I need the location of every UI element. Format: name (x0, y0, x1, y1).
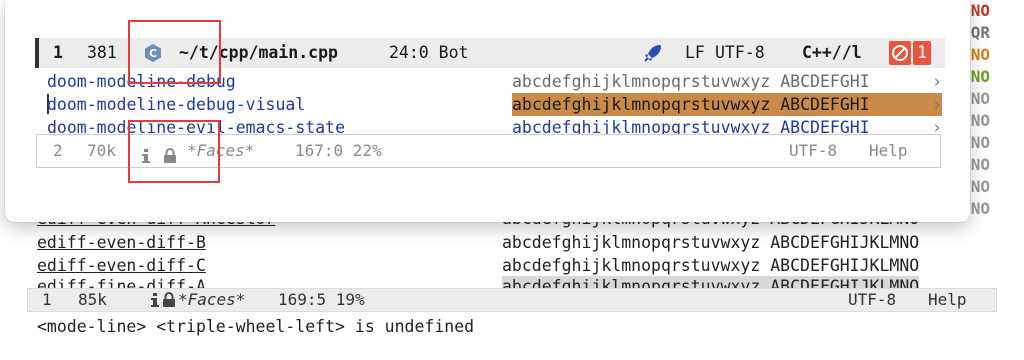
face-sample: abcdefghijklmnopqrstuvwxyz ABCDEFGHIJKLM… (502, 256, 920, 275)
list-item[interactable]: ediff-even-diff-B abcdefghijklmnopqrstuv… (0, 232, 1024, 254)
eol-label[interactable]: LF (685, 38, 705, 68)
face-sample: abcdefghijklmnopqrstuvwxyz ABCDEFGHI (512, 93, 942, 116)
major-mode-label[interactable]: Help (869, 135, 908, 167)
cursor-position: 169:5 19% (278, 290, 365, 309)
face-sample: abcdefghijklmnopqrstuvwxyz ABCDEFGHIJKLM… (502, 233, 920, 252)
info-icon[interactable] (150, 292, 160, 314)
echo-area-message: <mode-line> <triple-wheel-left> is undef… (37, 317, 475, 336)
no-entry-icon[interactable] (889, 41, 911, 65)
buffer-size: 70k (87, 141, 116, 160)
background-mode-line[interactable]: 1 85k *Faces* 169:5 19% UTF-8 Help (27, 288, 997, 312)
annotation-box-status-icons (128, 120, 220, 183)
window-number: 1 (42, 290, 52, 309)
face-name[interactable]: doom-modeline-debug-visual (47, 93, 305, 116)
list-item[interactable]: doom-modeline-debug-visual abcdefghijklm… (47, 93, 942, 116)
face-sample: abcdefghijklmnopqrstuvwxyz ABCDEFGHI (512, 118, 870, 134)
chevron-right-icon: › (932, 118, 942, 134)
face-name[interactable]: ediff-even-diff-C (37, 255, 206, 277)
cursor-position: 24:0 Bot (389, 43, 469, 62)
chevron-right-icon: › (932, 72, 942, 91)
encoding-label[interactable]: UTF-8 (848, 289, 896, 311)
annotation-box-file-icon (128, 20, 221, 84)
rocket-icon (643, 43, 663, 73)
face-name[interactable]: ediff-even-diff-B (37, 232, 206, 254)
face-sample: abcdefghijklmnopqrstuvwxyz ABCDEFGHI (512, 72, 870, 91)
buffer-name[interactable]: *Faces* (178, 289, 245, 311)
encoding-label[interactable]: UTF-8 (789, 135, 837, 167)
buffer-size: 381 (87, 43, 117, 62)
window-number: 2 (53, 141, 63, 160)
window-number: 1 (53, 43, 63, 62)
list-item[interactable]: ediff-even-diff-C abcdefghijklmnopqrstuv… (0, 255, 1024, 277)
error-count-badge[interactable]: 1 (913, 41, 931, 65)
buffer-size: 85k (78, 290, 107, 309)
major-mode-label[interactable]: C++//l (802, 38, 862, 68)
major-mode-label[interactable]: Help (928, 289, 967, 311)
cursor-position: 167:0 22% (295, 141, 382, 160)
lock-icon[interactable] (162, 292, 176, 314)
encoding-label[interactable]: UTF-8 (715, 38, 765, 68)
chevron-right-icon: › (932, 95, 942, 114)
